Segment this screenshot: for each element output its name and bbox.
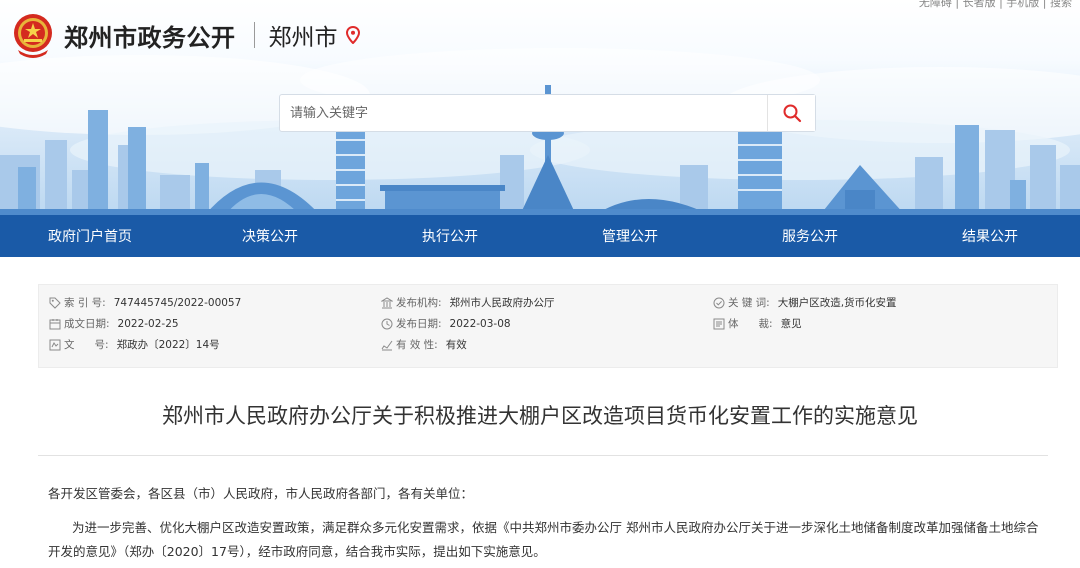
search-box — [279, 94, 816, 132]
info-value: 郑州市人民政府办公厅 — [449, 297, 555, 309]
search-icon — [783, 104, 801, 123]
nav-item-decision[interactable]: 决策公开 — [180, 215, 360, 257]
salutation: 各开发区管委会，各区县（市）人民政府，市人民政府各部门，各有关单位： — [48, 486, 474, 501]
info-value: 有效 — [445, 339, 467, 351]
header-banner: 无障碍 | 长者版 | 手机版 | 搜索 郑州市政务公开 郑州市 — [0, 0, 1080, 215]
info-label: 发布日期: — [396, 318, 442, 330]
info-published: 发布日期: 2022-03-08 — [381, 316, 511, 331]
info-row: 索 引 号: 747445745/2022-00057 发布机构: 郑州市人民政… — [39, 295, 1059, 315]
document-icon — [49, 339, 61, 350]
search-button[interactable] — [767, 95, 815, 131]
nav-item-execution[interactable]: 执行公开 — [360, 215, 540, 257]
info-keywords: 关 键 词: 大棚户区改造,货币化安置 — [713, 295, 897, 310]
check-circle-icon — [713, 297, 725, 308]
info-label: 发布机构: — [396, 297, 442, 309]
info-value: 郑政办〔2022〕14号 — [116, 339, 220, 351]
nav-item-service[interactable]: 服务公开 — [720, 215, 900, 257]
validity-icon — [381, 340, 393, 350]
location-pin-icon[interactable] — [345, 26, 360, 44]
site-title[interactable]: 郑州市政务公开 — [64, 18, 236, 53]
info-row: 成文日期: 2022-02-25 发布日期: 2022-03-08 体 裁: 意… — [39, 316, 1059, 336]
tag-icon — [49, 297, 61, 309]
info-genre: 体 裁: 意见 — [713, 316, 802, 331]
info-value: 2022-02-25 — [117, 317, 179, 330]
info-label: 文 号: — [64, 339, 109, 351]
info-label: 关 键 词: — [728, 297, 770, 309]
building-icon — [381, 296, 393, 308]
site-brand: 郑州市政务公开 郑州市 — [12, 10, 360, 60]
main-nav: 政府门户首页 决策公开 执行公开 管理公开 服务公开 结果公开 — [0, 215, 1080, 257]
nav-item-home[interactable]: 政府门户首页 — [0, 215, 180, 257]
info-label: 体 裁: — [728, 318, 773, 330]
info-validity: 有 效 性: 有效 — [381, 337, 467, 352]
emblem-icon — [14, 14, 52, 58]
body-paragraph: 为进一步完善、优化大棚户区改造安置政策，满足群众多元化安置需求，依据《中共郑州市… — [48, 520, 1039, 559]
document-title: 郑州市人民政府办公厅关于积极推进大棚户区改造项目货币化安置工作的实施意见 — [162, 404, 918, 428]
info-index: 索 引 号: 747445745/2022-00057 — [49, 295, 241, 310]
document-info-box: 索 引 号: 747445745/2022-00057 发布机构: 郑州市人民政… — [38, 284, 1058, 368]
search-input[interactable] — [280, 95, 767, 131]
info-label: 有 效 性: — [396, 339, 438, 351]
city-name: 郑州市 — [268, 25, 338, 51]
calendar-icon — [49, 318, 61, 329]
info-value: 747445745/2022-00057 — [113, 296, 242, 309]
top-links[interactable]: 无障碍 | 长者版 | 手机版 | 搜索 — [919, 0, 1072, 10]
nav-item-management[interactable]: 管理公开 — [540, 215, 720, 257]
genre-icon — [713, 318, 725, 329]
info-publisher: 发布机构: 郑州市人民政府办公厅 — [381, 295, 555, 310]
brand-divider — [253, 22, 255, 48]
info-value: 意见 — [780, 318, 802, 330]
title-divider — [38, 455, 1048, 456]
clock-icon — [381, 318, 393, 329]
nav-item-result[interactable]: 结果公开 — [900, 215, 1080, 257]
info-created: 成文日期: 2022-02-25 — [49, 316, 179, 331]
info-docno: 文 号: 郑政办〔2022〕14号 — [49, 337, 220, 352]
info-label: 成文日期: — [64, 318, 110, 330]
info-row: 文 号: 郑政办〔2022〕14号 有 效 性: 有效 — [39, 337, 1059, 357]
info-label: 索 引 号: — [64, 297, 106, 309]
info-value: 2022-03-08 — [449, 317, 511, 330]
info-value: 大棚户区改造,货币化安置 — [777, 297, 897, 309]
